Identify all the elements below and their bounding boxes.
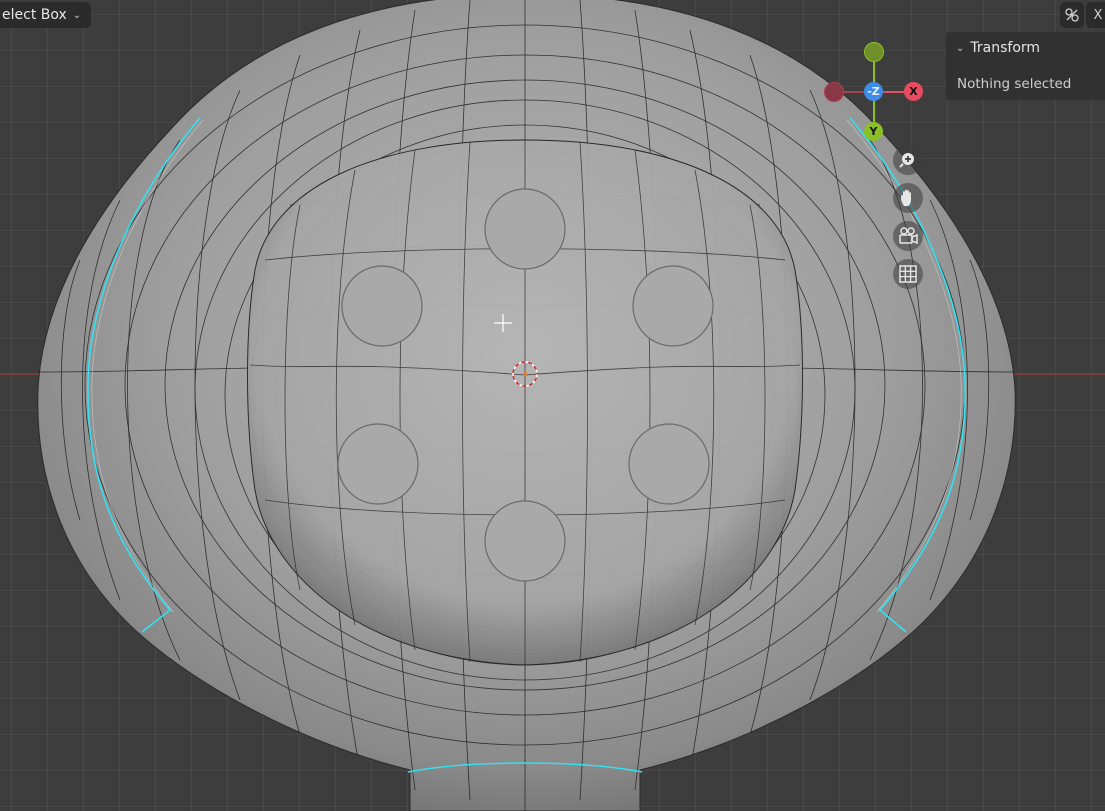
transform-panel: ⌄ Transform Nothing selected — [946, 32, 1105, 100]
gizmo-y-axis[interactable]: Y — [864, 122, 883, 141]
gizmo-x-axis[interactable]: X — [904, 82, 923, 101]
3d-viewport[interactable]: elect Box ⌄ X ⌄ Transform Nothing select… — [0, 0, 1105, 811]
zoom-icon[interactable] — [893, 145, 923, 175]
transform-panel-title: Transform — [970, 40, 1041, 56]
overlay-icon[interactable] — [1060, 2, 1084, 28]
top-right-tools: X — [1060, 2, 1105, 28]
navigation-gizmo[interactable]: -Z X Y — [820, 38, 930, 148]
pan-hand-icon[interactable] — [893, 183, 923, 213]
select-box-dropdown[interactable]: elect Box ⌄ — [0, 2, 92, 28]
grid-icon[interactable] — [893, 259, 923, 289]
select-tool-label: elect Box — [2, 7, 67, 23]
chevron-down-icon: ⌄ — [72, 9, 82, 21]
transform-panel-body: Nothing selected — [957, 76, 1072, 92]
close-icon[interactable]: X — [1086, 2, 1105, 28]
camera-icon[interactable] — [893, 221, 923, 251]
transform-panel-header[interactable]: ⌄ Transform — [956, 40, 1040, 56]
gizmo-neg-z-axis[interactable]: -Z — [864, 82, 883, 101]
mesh-scene — [0, 0, 1105, 811]
chevron-down-icon: ⌄ — [956, 42, 965, 54]
